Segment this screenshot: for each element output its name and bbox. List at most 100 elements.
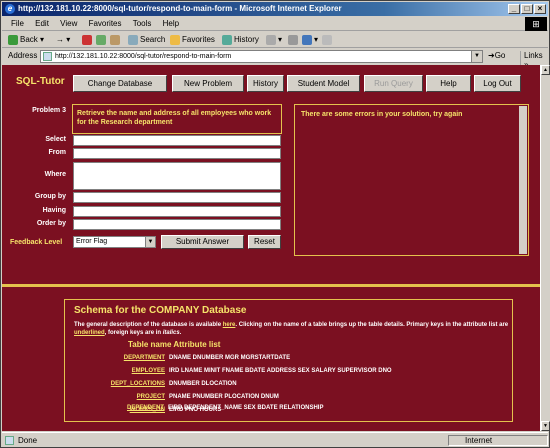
select-input[interactable] (73, 135, 281, 146)
group-by-label: Group by (34, 193, 66, 200)
address-input[interactable]: http://132.181.10.22:8000/sql-tutor/resp… (40, 50, 483, 63)
history-label: History (234, 35, 259, 44)
status-bar: Done Internet (2, 432, 548, 447)
order-by-input[interactable] (73, 219, 281, 230)
scroll-up-icon[interactable]: ▲ (541, 65, 550, 75)
new-problem-button[interactable]: New Problem (172, 75, 244, 92)
search-icon (128, 34, 138, 45)
menu-edit[interactable]: Edit (35, 17, 49, 31)
menu-favorites[interactable]: Favorites (89, 17, 122, 31)
reset-button[interactable]: Reset (248, 235, 281, 249)
from-input[interactable] (73, 148, 281, 159)
schema-here-link[interactable]: here (223, 322, 236, 328)
table-attributes: DNUMBER DLOCATION (169, 381, 237, 387)
table-link-employee[interactable]: EMPLOYEE (65, 368, 165, 374)
search-label: Search (140, 35, 166, 44)
schema-title: Schema for the COMPANY Database (74, 305, 247, 316)
history-button[interactable]: History (222, 34, 259, 46)
table-attributes: PNAME PNUMBER PLOCATION DNUM (169, 394, 279, 400)
home-icon[interactable] (110, 34, 122, 46)
underlined-word: underlined (74, 330, 105, 336)
table-link-dept-locations[interactable]: DEPT_LOCATIONS (65, 381, 165, 387)
table-attributes: IRD LNAME MINIT FNAME BDATE ADDRESS SEX … (169, 368, 392, 374)
search-button[interactable]: Search (128, 34, 165, 46)
schema-description: The general description of the database … (74, 321, 510, 337)
problem-text: Retrieve the name and address of all emp… (72, 104, 282, 134)
divider (2, 284, 540, 287)
schema-desc-text: The general description of the database … (74, 322, 223, 328)
submit-answer-button[interactable]: Submit Answer (161, 235, 244, 249)
minimize-icon[interactable]: _ (508, 4, 520, 14)
having-label: Having (42, 207, 66, 214)
feedback-level-label: Feedback Level (10, 239, 63, 246)
address-bar: Address http://132.181.10.22:8000/sql-tu… (2, 49, 548, 69)
edit-icon[interactable]: ▾ (302, 34, 318, 46)
menu-file[interactable]: File (11, 17, 24, 31)
browser-window: e http://132.181.10.22:8000/sql-tutor/re… (0, 0, 550, 448)
forward-button[interactable]: → ▾ (56, 34, 70, 46)
problem-label: Problem 3 (32, 107, 66, 114)
table-link-project[interactable]: PROJECT (65, 394, 165, 400)
back-label: Back (20, 35, 38, 44)
print-icon[interactable] (288, 34, 300, 46)
table-link-department[interactable]: DEPARTMENT (65, 355, 165, 361)
having-input[interactable] (73, 206, 281, 217)
address-url: http://132.181.10.22:8000/sql-tutor/resp… (55, 53, 232, 60)
page-content: SQL-Tutor Change Database New Problem Hi… (2, 65, 540, 431)
help-nav-button[interactable]: Help (426, 75, 471, 92)
address-dropdown-icon[interactable]: ▼ (471, 51, 482, 62)
scroll-down-icon[interactable]: ▼ (541, 421, 550, 431)
security-zone: Internet (448, 435, 548, 446)
history-icon (222, 34, 232, 45)
title-bar: e http://132.181.10.22:8000/sql-tutor/re… (2, 2, 548, 16)
address-label: Address (8, 51, 38, 60)
table-row: PROJECT PNAME PNUMBER PLOCATION DNUM (65, 394, 279, 400)
where-input[interactable] (73, 162, 281, 190)
table-attributes: DNAME DNUMBER MGR MGRSTARTDATE (169, 355, 291, 361)
menu-view[interactable]: View (60, 17, 77, 31)
table-attributes: EIRD DEPENDENT_NAME SEX BDATE RELATIONSH… (168, 405, 324, 411)
from-label: From (48, 149, 67, 156)
mail-icon[interactable]: ▾ (266, 34, 282, 46)
ie-logo-icon: e (5, 4, 15, 14)
go-label: Go (494, 51, 506, 60)
menu-tools[interactable]: Tools (133, 17, 152, 31)
feedback-level-select[interactable]: Error Flag ▼ (73, 236, 156, 248)
chevron-down-icon: ▼ (145, 237, 155, 247)
group-by-input[interactable] (73, 192, 281, 203)
schema-table-header: Table name Attribute list (128, 340, 221, 349)
favorites-icon (170, 34, 180, 45)
schema-desc-text: . (179, 330, 182, 336)
table-link-dependent[interactable]: DEPENDENT (64, 405, 164, 411)
feedback-message: There are some errors in your solution, … (301, 111, 463, 118)
feedback-scrollbar[interactable] (519, 106, 527, 254)
toolbar: Back ▾ → ▾ Search Favorites History ▾ ▾ (2, 32, 548, 48)
zone-label: Internet (465, 436, 493, 445)
italics-word: italics (162, 330, 180, 336)
stop-icon[interactable] (82, 34, 94, 46)
windows-flag-icon: ⊞ (525, 17, 547, 31)
menu-help[interactable]: Help (163, 17, 179, 31)
history-nav-button[interactable]: History (247, 75, 284, 92)
page-icon (43, 52, 52, 61)
feedback-panel: There are some errors in your solution, … (294, 104, 529, 256)
select-label: Select (45, 136, 66, 143)
back-button[interactable]: Back ▾ (8, 34, 44, 46)
log-out-button[interactable]: Log Out (474, 75, 521, 92)
menu-bar: File Edit View Favorites Tools Help (2, 17, 548, 31)
student-model-button[interactable]: Student Model (287, 75, 360, 92)
schema-panel: Schema for the COMPANY Database The gene… (64, 299, 513, 422)
favorites-button[interactable]: Favorites (170, 34, 215, 46)
close-icon[interactable]: × (534, 4, 546, 14)
change-database-button[interactable]: Change Database (73, 75, 167, 92)
go-button[interactable]: ➜Go (488, 51, 505, 60)
feedback-level-value: Error Flag (76, 238, 108, 245)
refresh-icon[interactable] (96, 34, 108, 46)
page-scrollbar[interactable]: ▲ ▼ (540, 65, 550, 431)
maximize-icon[interactable]: □ (521, 4, 533, 14)
order-by-label: Order by (36, 220, 66, 227)
discuss-icon[interactable] (322, 34, 334, 46)
run-query-button: Run Query (364, 75, 423, 92)
where-label: Where (44, 171, 66, 178)
table-row: DEPENDENT EIRD DEPENDENT_NAME SEX BDATE R… (64, 405, 323, 411)
